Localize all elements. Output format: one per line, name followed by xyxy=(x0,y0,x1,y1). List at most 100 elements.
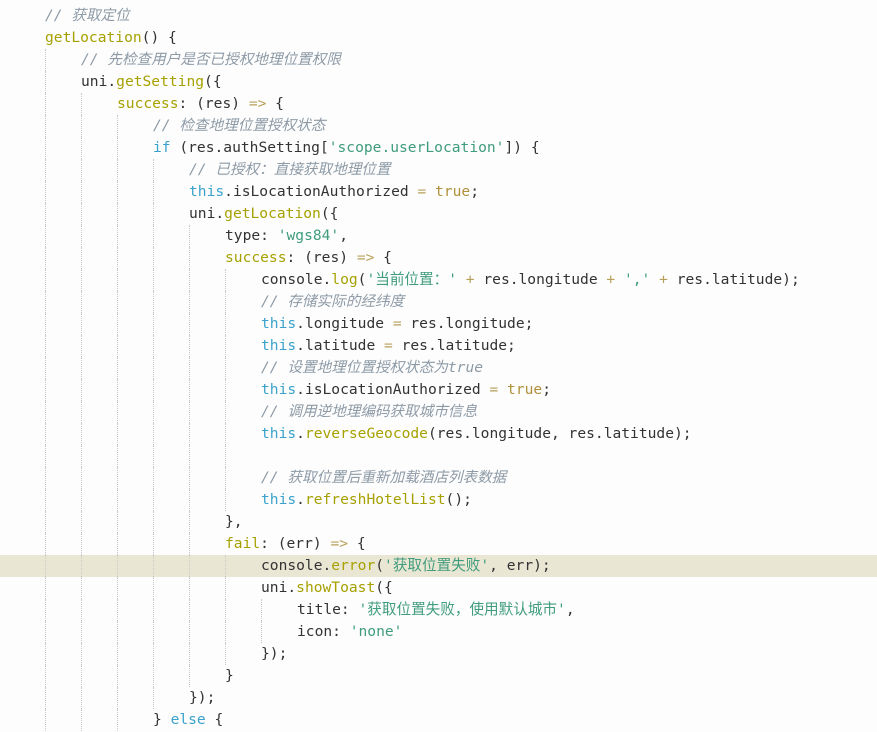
code-line[interactable]: uni.getSetting({ xyxy=(0,71,877,93)
code-token: , xyxy=(565,601,575,618)
code-line[interactable]: }); xyxy=(0,643,877,665)
code-token: this xyxy=(189,183,225,200)
indent-guide xyxy=(45,247,46,269)
indent-guide xyxy=(153,247,154,269)
code-token: ',' xyxy=(623,271,651,288)
indent-guide xyxy=(153,313,154,335)
code-line[interactable]: // 设置地理位置授权状态为true xyxy=(0,357,877,379)
code-line[interactable]: getLocation() { xyxy=(0,27,877,49)
code-line[interactable]: this.refreshHotelList(); xyxy=(0,489,877,511)
code-line[interactable]: success: (res) => { xyxy=(0,247,877,269)
code-token: // 已授权：直接获取地理位置 xyxy=(189,161,391,178)
indent-guide xyxy=(189,511,190,533)
code-line[interactable]: }, xyxy=(0,511,877,533)
indent-guide xyxy=(45,269,46,291)
code-token: true xyxy=(435,183,471,200)
indent-guide xyxy=(81,247,82,269)
code-line-content: this.refreshHotelList(); xyxy=(261,489,472,511)
indent-guide xyxy=(225,445,226,467)
code-token: { xyxy=(205,711,224,728)
indent-guide xyxy=(45,313,46,335)
code-line-content: this.reverseGeocode(res.longitude, res.l… xyxy=(261,423,692,445)
code-token: + xyxy=(465,271,475,288)
code-line-content: // 先检查用户是否已授权地理位置权限 xyxy=(81,49,341,71)
code-line[interactable]: // 调用逆地理编码获取城市信息 xyxy=(0,401,877,423)
code-line-content: // 检查地理位置授权状态 xyxy=(153,115,325,137)
code-token: ({ xyxy=(375,579,393,596)
code-token: } xyxy=(225,667,234,684)
code-token: }); xyxy=(189,689,216,706)
code-line[interactable]: // 获取定位 xyxy=(0,5,877,27)
code-token: this xyxy=(261,381,297,398)
indent-guide xyxy=(117,555,118,577)
code-line[interactable]: }); xyxy=(0,687,877,709)
code-line[interactable]: title: '获取位置失败，使用默认城市', xyxy=(0,599,877,621)
code-line[interactable]: fail: (err) => { xyxy=(0,533,877,555)
indent-guide xyxy=(81,687,82,709)
code-token: // 检查地理位置授权状态 xyxy=(153,117,326,134)
code-line[interactable]: // 获取位置后重新加载酒店列表数据 xyxy=(0,467,877,489)
code-line[interactable]: this.longitude = res.longitude; xyxy=(0,313,877,335)
indent-guide xyxy=(117,577,118,599)
code-line-content: this.longitude = res.longitude; xyxy=(261,313,533,335)
indent-guide xyxy=(117,313,118,335)
indent-guide xyxy=(261,621,262,643)
indent-guide xyxy=(225,335,226,357)
code-token: , err); xyxy=(489,557,551,574)
code-token: res.longitude xyxy=(474,271,607,288)
code-line[interactable]: console.error('获取位置失败', err); xyxy=(0,555,877,577)
code-line[interactable]: icon: 'none' xyxy=(0,621,877,643)
code-line[interactable]: this.isLocationAuthorized = true; xyxy=(0,181,877,203)
code-token: { xyxy=(348,535,366,552)
code-token: console. xyxy=(261,557,332,574)
code-line[interactable]: // 已授权：直接获取地理位置 xyxy=(0,159,877,181)
indent-guide xyxy=(225,621,226,643)
indent-guide xyxy=(81,489,82,511)
code-line[interactable]: // 检查地理位置授权状态 xyxy=(0,115,877,137)
indent-guide xyxy=(45,291,46,313)
indent-guide xyxy=(189,577,190,599)
code-line[interactable]: } else { xyxy=(0,709,877,731)
code-line[interactable]: uni.getLocation({ xyxy=(0,203,877,225)
indent-guide xyxy=(45,335,46,357)
indent-guide xyxy=(81,225,82,247)
code-line-content: // 获取定位 xyxy=(45,5,130,27)
code-lines: // 获取定位 getLocation() {// 先检查用户是否已授权地理位置权… xyxy=(0,5,877,731)
indent-guide xyxy=(117,467,118,489)
code-line[interactable]: uni.showToast({ xyxy=(0,577,877,599)
indent-guide xyxy=(153,533,154,555)
indent-guide xyxy=(189,225,190,247)
code-line[interactable]: type: 'wgs84', xyxy=(0,225,877,247)
code-line[interactable]: this.isLocationAuthorized = true; xyxy=(0,379,877,401)
code-line[interactable]: success: (res) => { xyxy=(0,93,877,115)
indent-guide xyxy=(45,489,46,511)
code-token: uni. xyxy=(261,579,297,596)
code-token: log xyxy=(331,271,358,288)
code-token: .longitude xyxy=(296,315,393,332)
code-line[interactable]: } xyxy=(0,665,877,687)
code-line-content: this.latitude = res.latitude; xyxy=(261,335,516,357)
code-token: if xyxy=(153,139,171,156)
code-line[interactable]: this.latitude = res.latitude; xyxy=(0,335,877,357)
code-token: = xyxy=(384,337,393,354)
code-token: error xyxy=(331,557,376,574)
code-line[interactable]: if (res.authSetting['scope.userLocation'… xyxy=(0,137,877,159)
code-token: (res.authSetting[ xyxy=(170,139,329,156)
indent-guide xyxy=(189,357,190,379)
indent-guide xyxy=(225,577,226,599)
code-line-content: console.error('获取位置失败', err); xyxy=(261,555,551,577)
code-editor[interactable]: // 获取定位 getLocation() {// 先检查用户是否已授权地理位置权… xyxy=(0,0,877,732)
indent-guide xyxy=(189,555,190,577)
indent-guide xyxy=(225,643,226,665)
code-line[interactable]: console.log('当前位置：' + res.longitude + ',… xyxy=(0,269,877,291)
code-token: { xyxy=(266,95,284,112)
code-line[interactable]: // 先检查用户是否已授权地理位置权限 xyxy=(0,49,877,71)
code-line[interactable] xyxy=(0,445,877,467)
code-line[interactable]: // 存储实际的经纬度 xyxy=(0,291,877,313)
indent-guide xyxy=(117,511,118,533)
code-token: this xyxy=(261,425,297,442)
indent-guide xyxy=(117,423,118,445)
code-line[interactable]: this.reverseGeocode(res.longitude, res.l… xyxy=(0,423,877,445)
